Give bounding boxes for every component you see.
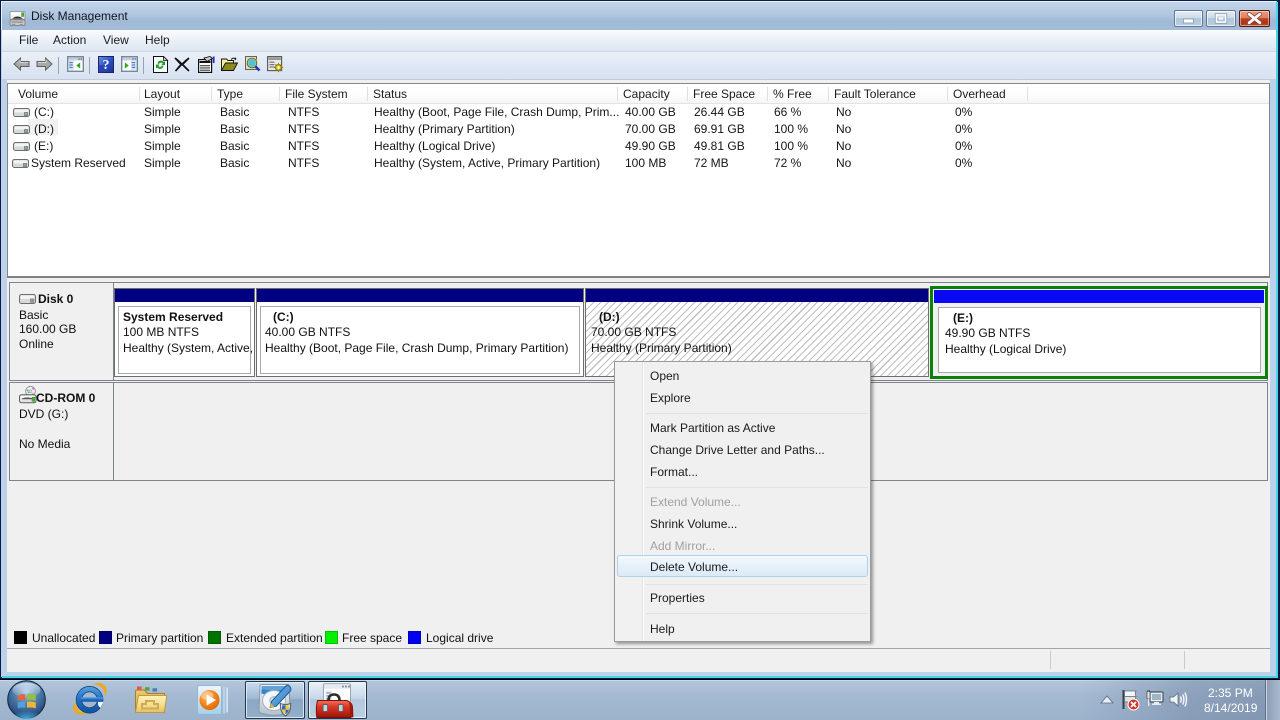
svg-text:?: ? [103, 58, 110, 73]
